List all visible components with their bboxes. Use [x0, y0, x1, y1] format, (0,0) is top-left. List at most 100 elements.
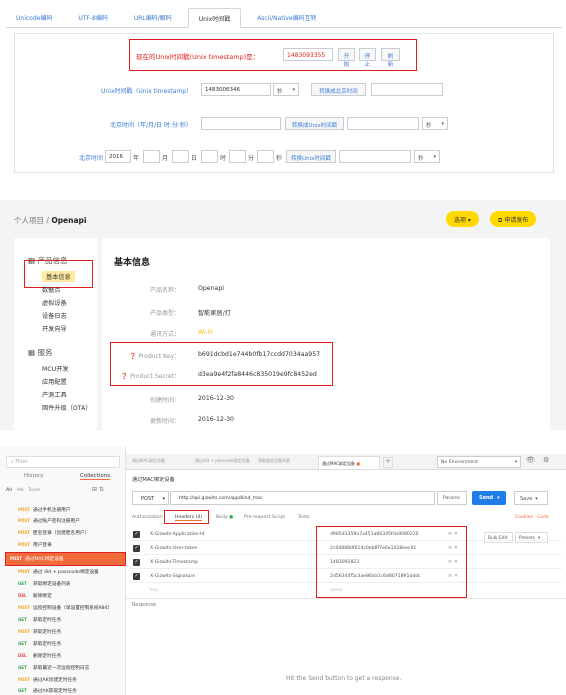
filter-input[interactable]: ⌕ Filter — [6, 456, 120, 468]
convert-unix-button[interactable]: 转换Unix时间戳 — [286, 150, 336, 163]
list-item[interactable]: DEL 解除绑定 — [18, 593, 52, 599]
tab-body[interactable]: Body ● — [216, 515, 233, 520]
sidebar-item-basic-info[interactable]: 基本信息 — [42, 271, 75, 282]
tab-collections[interactable]: Collections — [80, 473, 111, 480]
second-input[interactable] — [257, 150, 274, 163]
sidebar-item-virtual-device[interactable]: 虚拟设备 — [42, 298, 67, 307]
list-item[interactable]: POST 获取定时任务 — [18, 629, 61, 635]
cookies-link[interactable]: Cookies — [515, 515, 533, 520]
method-select[interactable]: POST ▾ — [132, 491, 169, 505]
month-input[interactable] — [143, 150, 160, 163]
checkbox[interactable]: ✓ — [133, 531, 140, 538]
header-value[interactable]: 1483092823 — [330, 560, 359, 565]
header-key[interactable]: X-Gizwits-Timestamp — [150, 560, 198, 565]
list-item[interactable]: POST 用户登录 — [18, 542, 52, 548]
unix-timestamp-input[interactable]: 1483006346 — [201, 83, 271, 96]
header-value[interactable]: 2d56344f5c3ae86da1c6d8071891d4dc — [330, 574, 421, 579]
list-item[interactable]: POST 通过AK创建定时任务 — [18, 677, 77, 683]
start-button[interactable]: 开始 — [338, 48, 355, 68]
tab-ascii[interactable]: Ascii/Native编码互转 — [247, 8, 326, 28]
tab-pre-request[interactable]: Pre-request Script — [244, 515, 285, 520]
checkbox[interactable]: ✓ — [133, 559, 140, 566]
unit-select[interactable]: 秒 ▾ — [273, 83, 299, 96]
delete-row-icon[interactable]: ≡ ✕ — [448, 531, 458, 537]
delete-row-icon[interactable]: ≡ ✕ — [448, 545, 458, 551]
sidebar-item-mcu[interactable]: MCU开发 — [42, 364, 69, 373]
new-folder-icon[interactable]: ⊞ ⇅ — [92, 486, 104, 493]
list-item[interactable]: GET 获取定时任务 — [18, 617, 61, 623]
tab-tests[interactable]: Tests — [298, 515, 309, 520]
minute-input[interactable] — [229, 150, 246, 163]
breadcrumb-root[interactable]: 个人项目 — [14, 216, 44, 225]
list-item[interactable]: POST 通过手机注册用户 — [18, 507, 71, 513]
sidebar-item-app-config[interactable]: 应用配置 — [42, 377, 67, 386]
gear-icon[interactable]: ⚙ — [543, 456, 549, 464]
beijing-time-input[interactable] — [201, 117, 281, 130]
list-item[interactable]: POST 匿名登录（创建匿名用户） — [18, 530, 89, 536]
list-item[interactable]: GET 通过AK获取定时任务 — [18, 688, 77, 694]
year-input[interactable]: 2016 — [105, 150, 131, 163]
list-item[interactable]: POST 通过 did + passcode绑定设备 — [18, 569, 99, 575]
tab-unix[interactable]: Unix时间戳 — [187, 8, 242, 28]
key-placeholder[interactable]: key — [150, 588, 158, 593]
unix-result-output[interactable] — [347, 117, 419, 130]
header-key[interactable]: X-Gizwits-Application-Id — [150, 532, 204, 537]
unit-select-2[interactable]: 秒 ▾ — [422, 117, 448, 130]
list-item[interactable]: DEL 删除定时任务 — [18, 653, 61, 659]
apply-publish-button[interactable]: ⧉ 申请发布 — [490, 211, 537, 227]
checkbox[interactable]: ✓ — [133, 545, 140, 552]
hour-input[interactable] — [201, 150, 218, 163]
delete-row-icon[interactable]: ≡ ✕ — [448, 573, 458, 579]
sidebar-item-device-log[interactable]: 设备日志 — [42, 311, 67, 320]
sidebar-item-production-tool[interactable]: 产测工具 — [42, 390, 67, 399]
params-button[interactable]: Params — [437, 491, 467, 505]
to-beijing-button[interactable]: 转换成北京时间 — [311, 83, 366, 96]
sidebar-item-datapoints[interactable]: 数据点 — [42, 285, 61, 294]
tab-url[interactable]: URL编码/解码 — [124, 8, 182, 28]
options-button[interactable]: 选项 ▾ — [446, 211, 479, 227]
header-key[interactable]: X-Gizwits-User-token — [150, 546, 198, 551]
bulk-edit-button[interactable]: Bulk Edit — [484, 532, 513, 543]
request-tab[interactable]: 通过did + passcode绑定设备 — [195, 458, 250, 464]
request-tab[interactable]: 通过MAC绑定设备 — [132, 458, 165, 464]
day-input[interactable] — [172, 150, 189, 163]
sidebar-item-ota[interactable]: 固件升级（OTA） — [42, 403, 92, 412]
list-item[interactable]: GET 获取定时任务 — [18, 641, 61, 647]
delete-row-icon[interactable]: ≡ ✕ — [448, 559, 458, 565]
unix-result-output-2[interactable] — [339, 150, 411, 163]
list-item-active[interactable]: POST 通过MAC绑定设备 — [10, 556, 64, 562]
environment-select[interactable]: No Environment ▾ — [437, 456, 521, 468]
unit-select-3[interactable]: 秒 ▾ — [414, 150, 440, 163]
tab-headers[interactable]: Headers (4) — [175, 515, 203, 521]
beijing-result-output[interactable] — [371, 83, 443, 96]
value-placeholder[interactable]: value — [330, 588, 343, 593]
list-item[interactable]: GET 获取最近一次远程控制日志 — [18, 665, 89, 671]
filter-all[interactable]: All — [6, 488, 12, 493]
eye-icon[interactable]: 👁 — [526, 456, 535, 464]
url-input[interactable]: http://api.gizwits.com/app/bind_mac — [170, 491, 435, 505]
list-item[interactable]: GET 获取绑定设备列表 — [18, 581, 71, 587]
presets-button[interactable]: Presets ▾ — [515, 532, 548, 543]
checkbox[interactable]: ✓ — [133, 573, 140, 580]
sidebar-item-dev-guide[interactable]: 开发向导 — [42, 324, 67, 333]
list-item[interactable]: POST 通过账户密码注册用户 — [18, 518, 80, 524]
send-button[interactable]: Send ▾ — [472, 491, 506, 505]
filter-team[interactable]: Team — [28, 488, 40, 493]
header-value[interactable]: 2c04888df614c0eb8f7e6a1028eec91 — [330, 546, 416, 551]
tab-authorization[interactable]: Authorization — [132, 515, 163, 520]
to-unix-button[interactable]: 转换成Unix时间戳 — [285, 117, 344, 130]
refresh-button[interactable]: 刷新 — [381, 48, 400, 68]
stop-button[interactable]: 停止 — [359, 48, 376, 68]
code-link[interactable]: Code — [537, 515, 549, 520]
tab-history[interactable]: History — [24, 473, 44, 479]
request-tab-active[interactable]: 通过MAC绑定设备 ■ — [318, 456, 380, 470]
save-button[interactable]: Save ▾ — [514, 491, 548, 505]
list-item[interactable]: POST 远程控制设备（单设置控制系统984） — [18, 605, 112, 611]
tab-utf8[interactable]: UTF-8编码 — [68, 8, 118, 28]
filter-me[interactable]: Me — [17, 488, 24, 493]
header-value[interactable]: d985d1359a7a451a80345fcb9080220 — [330, 532, 419, 537]
add-tab-button[interactable]: + — [383, 457, 393, 468]
header-key[interactable]: X-Gizwits-Signature — [150, 574, 195, 579]
tab-unicode[interactable]: Unicode编码 — [6, 8, 62, 28]
request-tab[interactable]: 获取绑定设备列表 — [258, 458, 290, 464]
